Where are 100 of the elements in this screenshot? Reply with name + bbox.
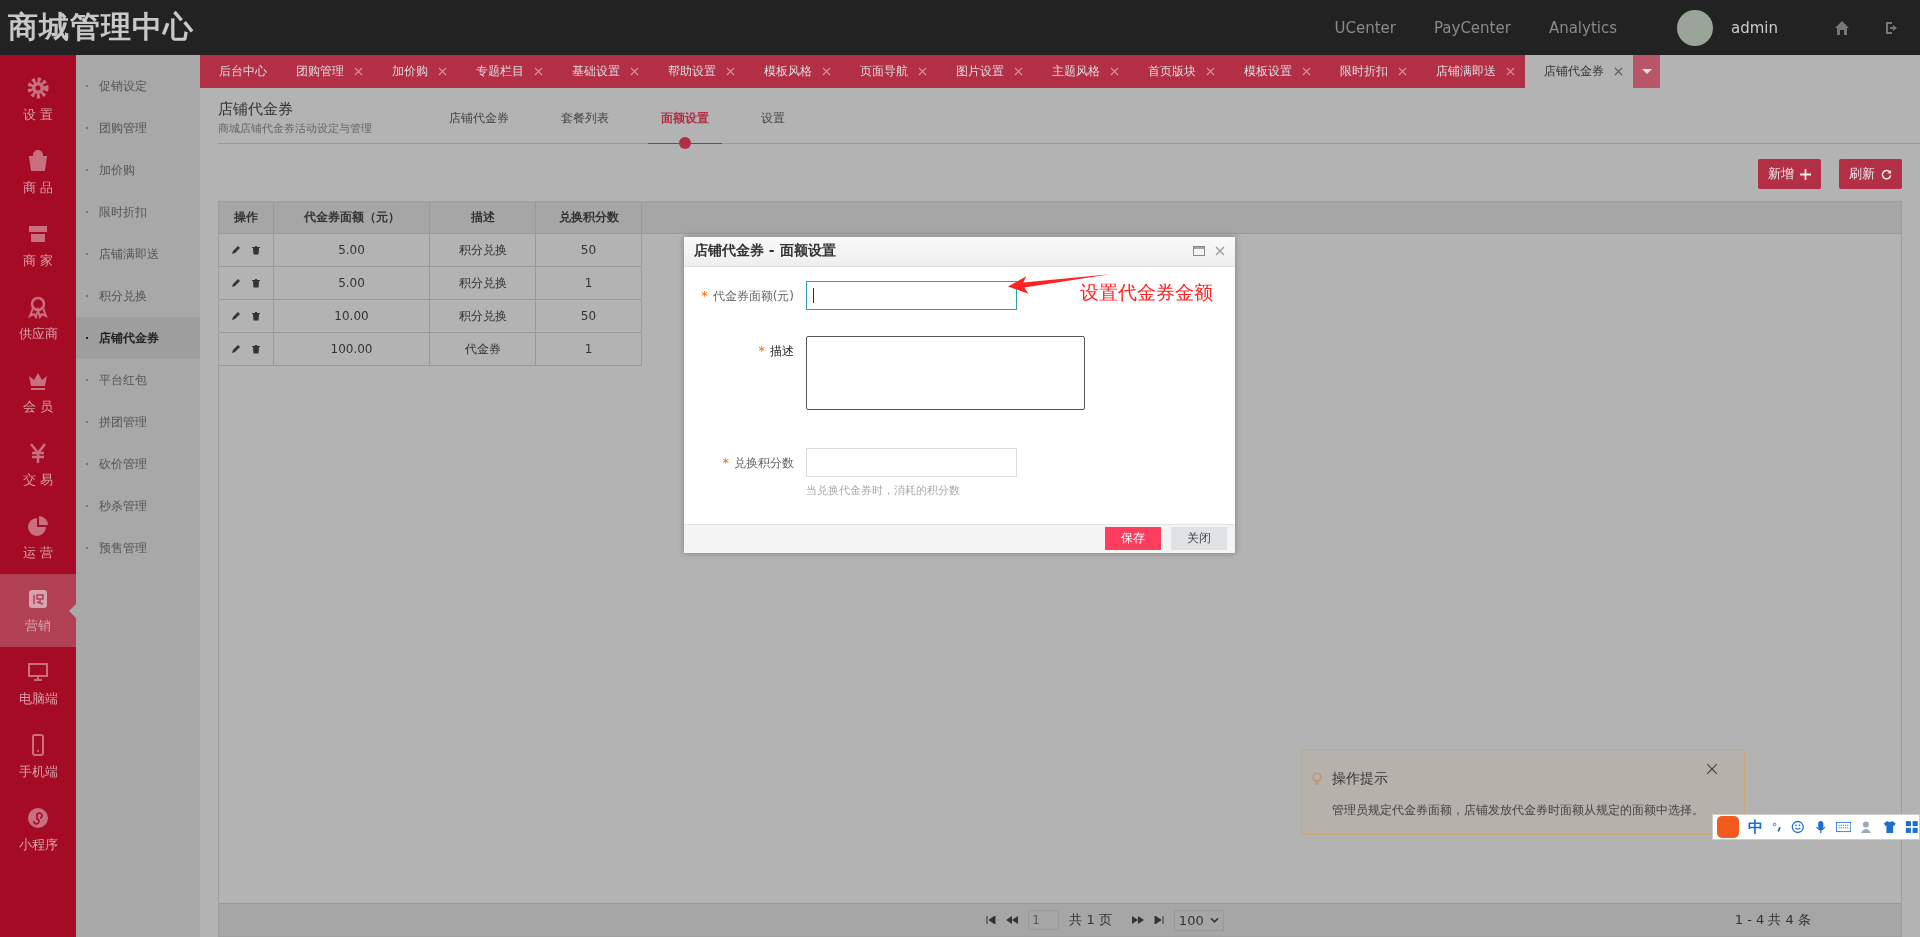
sidebar-item[interactable]: 设 置 [0,63,76,136]
close-icon[interactable] [1614,67,1623,76]
tab[interactable]: 加价购 [373,55,457,88]
avatar-icon[interactable] [1677,9,1713,46]
tab[interactable]: 模板风格 [745,55,841,88]
close-button[interactable]: 关闭 [1171,527,1227,551]
subtab[interactable]: 设置 [740,93,806,149]
submenu-item[interactable]: 拼团管理 [76,401,200,443]
submenu-item[interactable]: 秒杀管理 [76,485,200,527]
sidebar-item[interactable]: 交 易 [0,428,76,501]
edit-icon[interactable] [231,311,241,321]
close-icon[interactable] [354,67,363,76]
submenu-item[interactable]: 团购管理 [76,107,200,149]
input-method-logo-icon[interactable] [1717,816,1739,838]
close-icon[interactable] [438,67,447,76]
nav-link[interactable]: PayCenter [1433,18,1511,37]
punctuation-icon[interactable] [1772,821,1783,833]
tab[interactable]: 首页版块 [1129,55,1225,88]
delete-icon[interactable] [251,311,261,321]
home-icon[interactable] [1834,19,1850,36]
close-icon[interactable] [1706,763,1718,775]
sidebar-item[interactable]: 商 品 [0,136,76,209]
close-icon[interactable] [1206,67,1215,76]
submenu-item[interactable]: 加价购 [76,149,200,191]
save-button[interactable]: 保存 [1105,527,1161,551]
text-area[interactable] [806,335,1085,410]
tab[interactable]: 模板设置 [1225,55,1321,88]
submenu-item[interactable]: 促销设定 [76,65,200,107]
close-icon[interactable] [1215,246,1225,257]
delete-icon[interactable] [251,245,261,255]
tab[interactable]: 后台中心 [200,55,277,88]
submenu-item[interactable]: 砍价管理 [76,443,200,485]
maximize-icon[interactable] [1193,246,1205,257]
close-icon[interactable] [726,67,735,76]
sidebar-item[interactable]: 手机端 [0,720,76,793]
input-field[interactable] [806,280,1017,310]
delete-icon[interactable] [251,278,261,288]
record-count: 1 - 4 共 4 条 [1734,911,1811,929]
nav-link[interactable]: Analytics [1548,18,1617,37]
close-icon[interactable] [1506,67,1515,76]
smiley-icon[interactable] [1791,819,1805,835]
close-icon[interactable] [918,67,927,76]
keyboard-icon[interactable] [1836,821,1852,833]
tab[interactable]: 限时折扣 [1321,55,1417,88]
last-page-icon[interactable] [1153,916,1164,924]
edit-icon[interactable] [231,278,241,288]
subtab[interactable]: 面额设置 [640,93,730,149]
sidebar-item[interactable]: 电脑端 [0,647,76,720]
tab[interactable]: 页面导航 [841,55,937,88]
tab[interactable]: 帮助设置 [649,55,745,88]
tab[interactable]: 图片设置 [937,55,1033,88]
user-icon[interactable] [1860,819,1874,835]
submenu-item[interactable]: 店铺代金券 [76,317,200,359]
tab[interactable]: 店铺满即送 [1417,55,1525,88]
grid-icon[interactable] [1905,819,1919,835]
username[interactable]: admin [1731,18,1778,37]
sidebar-item[interactable]: 营销 [0,574,76,647]
field-label: 代金券面额(元) [712,287,794,305]
tab[interactable]: 主题风格 [1033,55,1129,88]
next-page-icon[interactable] [1131,916,1144,924]
previous-page-icon[interactable] [1006,916,1019,924]
shirt-icon[interactable] [1882,819,1897,835]
microphone-icon[interactable] [1813,819,1828,835]
submenu-item[interactable]: 店铺满即送 [76,233,200,275]
sidebar-item[interactable]: 小程序 [0,793,76,866]
close-icon[interactable] [534,67,543,76]
sidebar-item[interactable]: 运 营 [0,501,76,574]
submenu-item[interactable]: 积分兑换 [76,275,200,317]
submenu-item[interactable]: 限时折扣 [76,191,200,233]
tab[interactable]: 专题栏目 [457,55,553,88]
subtab[interactable]: 套餐列表 [540,93,630,149]
sidebar-item[interactable]: 商 家 [0,209,76,282]
close-icon[interactable] [1302,67,1311,76]
close-icon[interactable] [822,67,831,76]
table-cell: 代金券 [430,333,536,366]
add-button[interactable]: 新增 [1758,159,1821,189]
tab[interactable]: 团购管理 [277,55,373,88]
first-page-icon[interactable] [986,916,997,924]
close-icon[interactable] [1110,67,1119,76]
tips-title: 操作提示 [1332,770,1389,788]
edit-icon[interactable] [231,245,241,255]
sidebar-item[interactable]: 供应商 [0,282,76,355]
submenu-item[interactable]: 平台红包 [76,359,200,401]
annotation-text: 设置代金券金额 [1080,280,1213,305]
delete-icon[interactable] [251,344,261,354]
nav-link[interactable]: UCenter [1334,18,1396,37]
refresh-icon [1881,168,1892,180]
refresh-button[interactable]: 刷新 [1839,159,1902,189]
submenu-item[interactable]: 预售管理 [76,527,200,569]
subtab[interactable]: 店铺代金券 [428,93,530,149]
tab-dropdown-button[interactable] [1633,55,1660,88]
tab[interactable]: 基础设置 [553,55,649,88]
page-size-select[interactable]: 100 [1173,909,1224,931]
edit-icon[interactable] [231,344,241,354]
sidebar-item[interactable]: 会 员 [0,355,76,428]
input-mode-toggle[interactable]: 中 [1748,817,1763,837]
close-icon[interactable] [1014,67,1023,76]
close-icon[interactable] [1398,67,1407,76]
page-number-field[interactable]: 1 [1028,910,1060,930]
close-icon[interactable] [630,67,639,76]
